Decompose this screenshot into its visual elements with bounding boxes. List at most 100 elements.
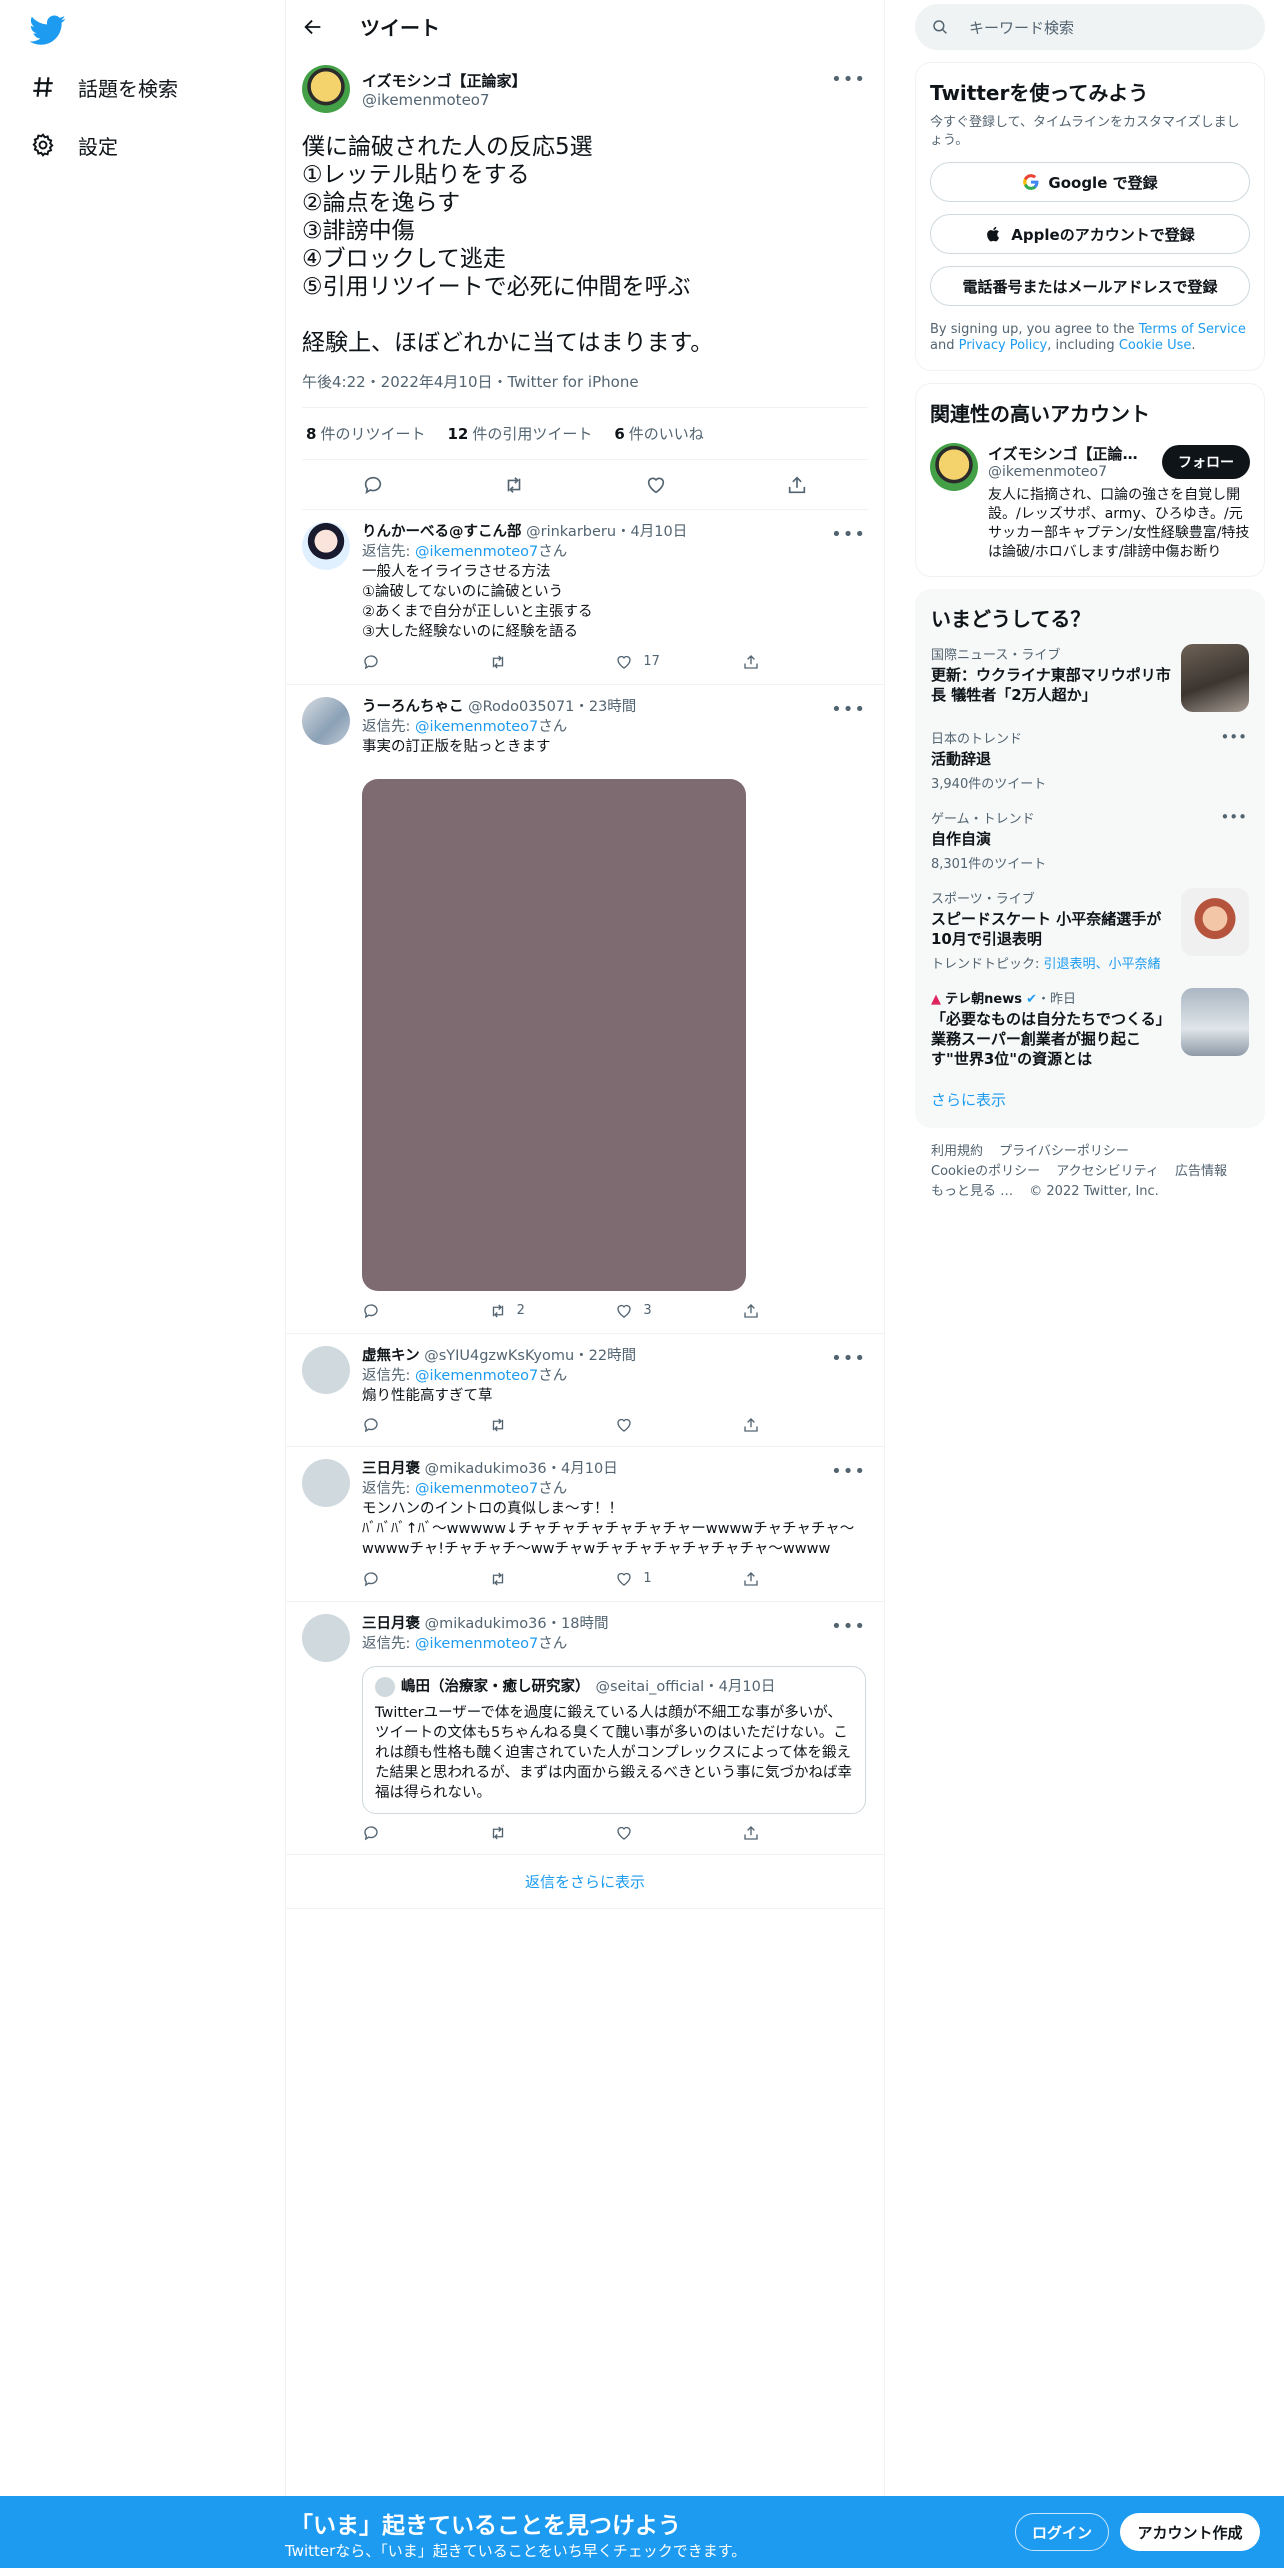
more-icon[interactable]: ••• [831,69,866,90]
reply-author-handle[interactable]: @rinkarberu [526,524,616,540]
more-icon[interactable]: ••• [831,524,866,545]
trends-show-more-link[interactable]: さらに表示 [915,1073,1265,1110]
reply-button[interactable] [362,1416,422,1434]
author-name[interactable]: イズモシンゴ【正論家】 [362,70,527,91]
reply-tweet[interactable]: 三日月褒 @mikadukimo36・4月10日 返信先: @ikemenmot… [286,1447,884,1602]
reply-to-link[interactable]: @ikemenmoteo7 [415,1368,538,1384]
tweet-meta[interactable]: 午後4:22・2022年4月10日・Twitter for iPhone [302,371,868,408]
avatar[interactable] [930,443,978,491]
footer-ads-link[interactable]: 広告情報 [1175,1164,1227,1179]
nav-settings[interactable]: 設定 [30,120,118,170]
footer-accessibility-link[interactable]: アクセシビリティ [1056,1164,1159,1179]
reply-author-handle[interactable]: @Rodo035071 [468,699,574,715]
reply-author-name[interactable]: 三日月褒 [362,1616,420,1632]
trend-item[interactable]: スポーツ・ライブ スピードスケート 小平奈緒選手が10月で引退表明 トレンドトピ… [915,876,1265,976]
trend-topic-link[interactable]: 引退表明 [1044,957,1096,972]
like-icon[interactable] [645,474,667,496]
retweet-button[interactable] [489,653,549,671]
login-button[interactable]: ログイン [1015,2513,1109,2551]
more-icon[interactable]: ••• [1220,728,1247,746]
like-button[interactable] [615,1416,675,1434]
trend-topic-link[interactable]: 小平奈緒 [1109,957,1161,972]
like-button[interactable]: 1 [615,1569,675,1589]
reply-button[interactable] [362,1570,422,1588]
related-account[interactable]: イズモシンゴ【正論家】 @ikemenmoteo7 フォロー 友人に指摘され、口… [930,443,1250,562]
more-icon[interactable]: ••• [831,699,866,720]
avatar[interactable] [302,65,350,113]
follow-button[interactable]: フォロー [1162,444,1250,479]
trend-item[interactable]: ▲ テレ朝news ✔・昨日 「必要なものは自分たちでつくる」 業務スーパー創業… [915,976,1265,1073]
share-button[interactable] [742,653,802,671]
related-handle[interactable]: @ikemenmoteo7 [988,464,1138,480]
trend-item[interactable]: 日本のトレンド 活動辞退 3,940件のツイート ••• [915,716,1265,796]
reply-author-name[interactable]: 虚無キン [362,1348,420,1364]
reply-time[interactable]: ・23時間 [574,699,636,715]
retweet-button[interactable] [489,1416,549,1434]
reply-to-link[interactable]: @ikemenmoteo7 [415,544,538,560]
reply-time[interactable]: ・18時間 [547,1616,609,1632]
reply-tweet[interactable]: りんかーべる@すこん部 @rinkarberu・4月10日 返信先: @ikem… [286,510,884,685]
author-handle[interactable]: @ikemenmoteo7 [362,91,527,109]
back-arrow-icon[interactable] [302,16,324,38]
avatar[interactable] [302,1346,350,1394]
reply-author-handle[interactable]: @mikadukimo36 [425,1461,547,1477]
share-button[interactable] [742,1302,802,1320]
like-stat[interactable]: 6 件のいいね [614,423,703,444]
reply-time[interactable]: ・4月10日 [616,524,687,540]
related-name[interactable]: イズモシンゴ【正論家】 [988,443,1138,464]
like-button[interactable]: 17 [615,652,675,672]
google-signup-button[interactable]: Google で登録 [930,162,1250,202]
show-more-replies-link[interactable]: 返信をさらに表示 [286,1855,884,1909]
share-button[interactable] [742,1824,802,1842]
reply-button[interactable] [362,1302,422,1320]
like-button[interactable]: 3 [615,1301,675,1321]
avatar[interactable] [302,522,350,570]
reply-author-name[interactable]: りんかーべる@すこん部 [362,524,522,540]
phone-email-signup-button[interactable]: 電話番号またはメールアドレスで登録 [930,266,1250,306]
avatar[interactable] [302,697,350,745]
footer-terms-link[interactable]: 利用規約 [931,1144,983,1159]
quote-stat[interactable]: 12 件の引用ツイート [447,423,592,444]
quoted-tweet[interactable]: 嶋田（治療家・癒し研究家） @seitai_official ・4月10日 Twi… [362,1666,866,1814]
reply-button[interactable] [362,653,422,671]
avatar[interactable] [302,1459,350,1507]
attached-image[interactable] [362,779,746,1291]
share-icon[interactable] [786,474,808,496]
share-button[interactable] [742,1570,802,1588]
footer-more-link[interactable]: もっと見る … [931,1184,1013,1199]
reply-tweet[interactable]: 虚無キン @sYIU4gzwKsKyomu・22時間 返信先: @ikemenm… [286,1334,884,1447]
reply-time[interactable]: ・22時間 [574,1348,636,1364]
reply-author-handle[interactable]: @mikadukimo36 [425,1616,547,1632]
reply-icon[interactable] [362,474,384,496]
reply-author-handle[interactable]: @sYIU4gzwKsKyomu [424,1348,574,1364]
trend-item[interactable]: 国際ニュース・ライブ 更新：ウクライナ東部マリウポリ市長 犠牲者「2万人超か」 [915,632,1265,716]
privacy-policy-link[interactable]: Privacy Policy [959,338,1048,353]
retweet-button[interactable] [489,1570,549,1588]
reply-to-link[interactable]: @ikemenmoteo7 [415,1636,538,1652]
more-icon[interactable]: ••• [1220,808,1247,826]
nav-explore[interactable]: 話題を検索 [30,62,178,112]
like-button[interactable] [615,1824,675,1842]
reply-author-name[interactable]: うーろんちゃこ [362,699,464,715]
cookie-use-link[interactable]: Cookie Use [1119,338,1192,353]
reply-to-link[interactable]: @ikemenmoteo7 [415,719,538,735]
reply-button[interactable] [362,1824,422,1842]
apple-signup-button[interactable]: Appleのアカウントで登録 [930,214,1250,254]
more-icon[interactable]: ••• [831,1616,866,1637]
terms-of-service-link[interactable]: Terms of Service [1139,322,1246,337]
reply-author-name[interactable]: 三日月褒 [362,1461,420,1477]
create-account-button[interactable]: アカウント作成 [1120,2513,1260,2551]
reply-time[interactable]: ・4月10日 [547,1461,618,1477]
reply-to-link[interactable]: @ikemenmoteo7 [415,1481,538,1497]
twitter-logo-icon[interactable] [30,12,66,48]
footer-privacy-link[interactable]: プライバシーポリシー [999,1144,1129,1159]
more-icon[interactable]: ••• [831,1348,866,1369]
footer-cookie-link[interactable]: Cookieのポリシー [931,1164,1040,1179]
avatar[interactable] [302,1614,350,1662]
search-input[interactable]: キーワード検索 [915,4,1265,50]
retweet-icon[interactable] [503,474,525,496]
retweet-button[interactable]: 2 [489,1301,549,1321]
retweet-stat[interactable]: 8 件のリツイート [306,423,425,444]
share-button[interactable] [742,1416,802,1434]
trend-item[interactable]: ゲーム・トレンド 自作自演 8,301件のツイート ••• [915,796,1265,876]
